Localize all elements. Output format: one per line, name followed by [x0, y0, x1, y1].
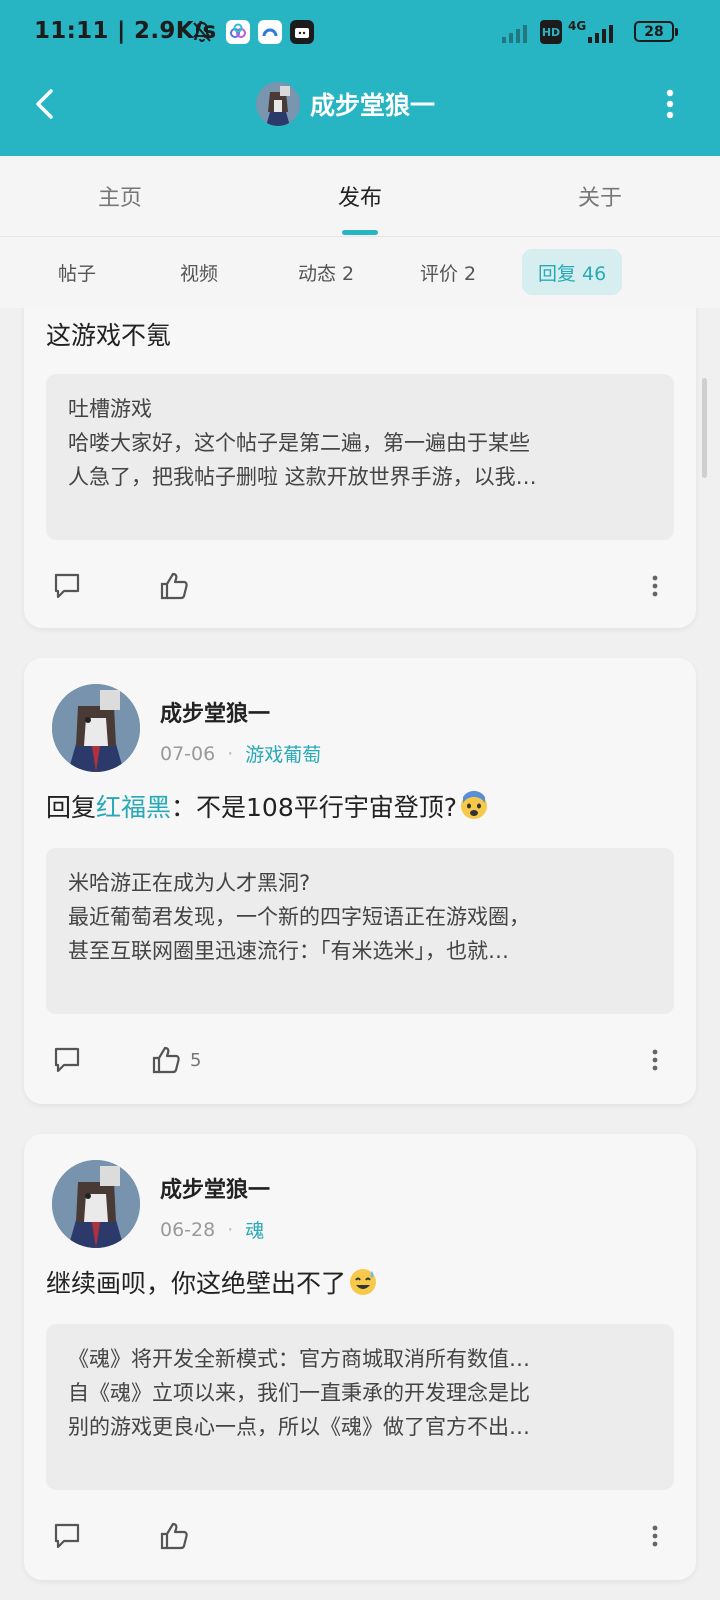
scrollbar[interactable]	[702, 378, 707, 478]
sub-tabs-overlay: 帖子 视频 动态 2 评价 2 回复 46	[0, 236, 720, 308]
comment-button[interactable]	[52, 1038, 82, 1082]
quoted-post-line: 别的游戏更良心一点，所以《魂》做了官方不出…	[68, 1415, 530, 1439]
quoted-post-line: 自《魂》立项以来，我们一直秉承的开发理念是比	[68, 1381, 530, 1405]
separator-dot: ·	[227, 1218, 234, 1241]
comment-icon	[54, 1047, 80, 1073]
hd-badge: HD	[540, 20, 562, 44]
signal-strong-icon	[586, 20, 616, 44]
app-notification-icon	[226, 20, 250, 44]
card-actions	[24, 1514, 696, 1558]
status-bar: 11:11 | 2.9K/s HD 4G 28	[0, 0, 720, 66]
comment-button[interactable]	[52, 1514, 82, 1558]
quoted-post-title: 《魂》将开发全新模式：官方商城取消所有数值…	[68, 1347, 530, 1371]
comment-button[interactable]	[52, 564, 82, 608]
subtab-reviews[interactable]: 评价 2	[404, 249, 492, 295]
quoted-post-line: 最近葡萄君发现，一个新的四字短语正在游戏圈，	[68, 905, 530, 929]
cloud-notification-icon	[258, 20, 282, 44]
like-button[interactable]	[158, 1514, 198, 1558]
quoted-post[interactable]: 吐槽游戏 哈喽大家好，这个帖子是第二遍，第一遍由于某些 人急了，把我帖子删啦 这…	[46, 374, 674, 540]
tab-home[interactable]: 主页	[60, 180, 180, 212]
card-more-button[interactable]	[640, 1038, 670, 1082]
quoted-post-line: 甚至互联网圈里迅速流行：「有米选米」，也就…	[68, 939, 509, 963]
like-count: 5	[190, 1049, 202, 1071]
tab-publish[interactable]: 发布	[300, 180, 420, 212]
avatar[interactable]	[52, 1160, 140, 1248]
thumbs-up-icon	[160, 572, 188, 600]
quoted-post[interactable]: 《魂》将开发全新模式：官方商城取消所有数值… 自《魂》立项以来，我们一直秉承的开…	[46, 1324, 674, 1490]
author-name[interactable]: 成步堂狼一	[160, 696, 270, 728]
separator-dot: ·	[227, 742, 234, 765]
like-button[interactable]: 5	[150, 1038, 201, 1082]
post-meta: 07-06 · 游戏葡萄	[160, 740, 321, 767]
sweat-smile-emoji-icon	[348, 1267, 378, 1297]
card-more-button[interactable]	[640, 1514, 670, 1558]
kebab-icon	[652, 1049, 658, 1071]
quoted-post-title: 米哈游正在成为人才黑洞?	[68, 871, 311, 895]
top-bar: 11:11 | 2.9K/s HD 4G 28 成步堂狼一	[0, 0, 720, 156]
card-actions: 5	[24, 1038, 696, 1082]
quoted-post[interactable]: 米哈游正在成为人才黑洞? 最近葡萄君发现，一个新的四字短语正在游戏圈， 甚至互联…	[46, 848, 674, 1014]
header-avatar[interactable]	[256, 82, 300, 126]
topic-link[interactable]: 魂	[245, 1216, 264, 1243]
signal-icon	[500, 20, 530, 44]
network-label: 4G	[568, 19, 587, 33]
kebab-icon	[652, 1525, 658, 1547]
subtab-posts[interactable]: 帖子	[42, 249, 112, 295]
battery-icon: 28	[634, 21, 678, 42]
tab-about[interactable]: 关于	[540, 180, 660, 212]
reply-card[interactable]: 成步堂狼一 07-06 · 游戏葡萄 回复红福黑：不是108平行宇宙登顶? 米哈…	[24, 658, 696, 1104]
quoted-post-title: 吐槽游戏	[68, 397, 152, 421]
card-actions	[24, 564, 696, 608]
bilibili-notification-icon	[290, 20, 314, 44]
active-tab-indicator	[342, 230, 378, 235]
mention-link[interactable]: 红福黑	[96, 793, 171, 822]
mute-icon	[190, 20, 214, 44]
avatar[interactable]	[52, 684, 140, 772]
reply-card[interactable]: 这游戏不氪 吐槽游戏 哈喽大家好，这个帖子是第二遍，第一遍由于某些 人急了，把我…	[24, 280, 696, 628]
main-tabs-overlay: 主页 发布 关于	[0, 156, 720, 236]
more-options-button[interactable]	[654, 84, 686, 124]
reply-text: 回复红福黑：不是108平行宇宙登顶?	[46, 788, 489, 824]
subtab-replies[interactable]: 回复 46	[522, 249, 623, 295]
comment-icon	[54, 573, 80, 599]
anxious-face-emoji-icon	[459, 790, 489, 821]
post-date: 06-28	[160, 1218, 216, 1241]
header-title: 成步堂狼一	[310, 91, 436, 120]
like-button[interactable]	[158, 564, 198, 608]
subtab-moments[interactable]: 动态 2	[282, 249, 370, 295]
kebab-icon	[652, 575, 658, 597]
subtab-videos[interactable]: 视频	[164, 249, 234, 295]
reply-text: 这游戏不氪	[46, 321, 172, 350]
thumbs-up-icon	[152, 1046, 180, 1074]
quoted-post-line: 人急了，把我帖子删啦 这款开放世界手游，以我…	[68, 465, 537, 489]
topic-link[interactable]: 游戏葡萄	[245, 740, 321, 767]
comment-icon	[54, 1523, 80, 1549]
quoted-post-line: 哈喽大家好，这个帖子是第二遍，第一遍由于某些	[68, 431, 530, 455]
author-name[interactable]: 成步堂狼一	[160, 1172, 270, 1204]
reply-text: 继续画呗，你这绝壁出不了	[46, 1264, 378, 1300]
post-date: 07-06	[160, 742, 216, 765]
thumbs-up-icon	[160, 1522, 188, 1550]
card-more-button[interactable]	[640, 564, 670, 608]
reply-card[interactable]: 成步堂狼一 06-28 · 魂 继续画呗，你这绝壁出不了 《魂》将开发全新模式：…	[24, 1134, 696, 1580]
back-button[interactable]	[24, 84, 64, 124]
post-meta: 06-28 · 魂	[160, 1216, 264, 1243]
